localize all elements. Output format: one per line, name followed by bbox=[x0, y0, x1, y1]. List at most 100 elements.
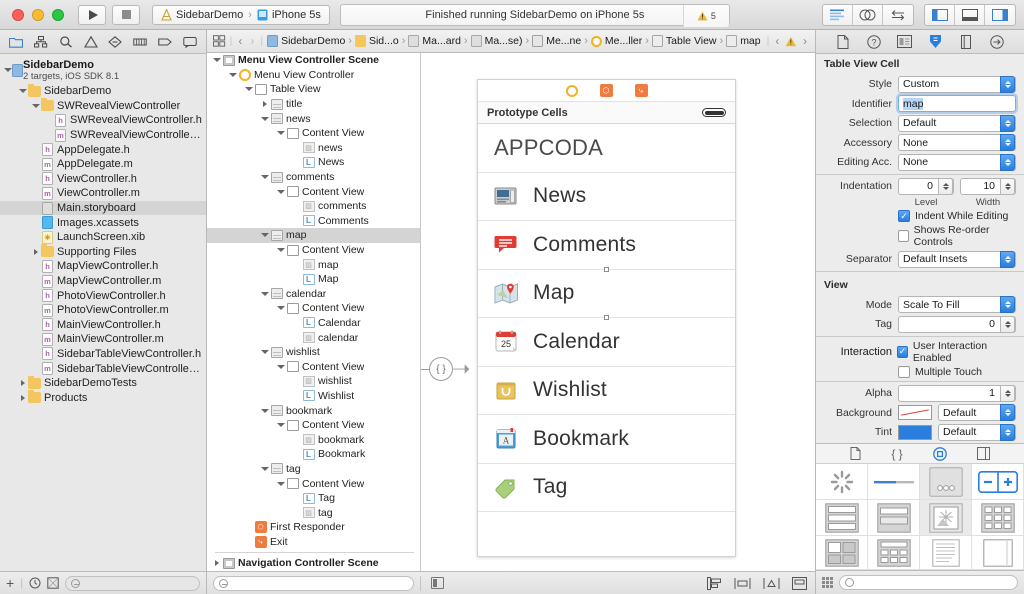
outline-item-calendar[interactable]: calendar bbox=[207, 287, 420, 302]
outline-item-title[interactable]: title bbox=[207, 97, 420, 112]
breakpoint-navigator-tab[interactable] bbox=[155, 33, 175, 51]
outline-item-calendar[interactable]: L Calendar bbox=[207, 316, 420, 331]
outline-item-news[interactable]: news bbox=[207, 111, 420, 126]
first-responder-icon[interactable]: ⬡ bbox=[599, 84, 613, 97]
outline-item-news[interactable]: ▨ news bbox=[207, 141, 420, 156]
navigator-item-sidebardemotests[interactable]: SidebarDemoTests bbox=[0, 375, 206, 391]
library-item-collection-view-cell[interactable] bbox=[816, 536, 868, 570]
library-item-page-control[interactable] bbox=[920, 464, 972, 500]
view-mode-select[interactable]: Scale To Fill bbox=[898, 296, 1016, 313]
prototype-cell-bookmark[interactable]: A Bookmark bbox=[478, 415, 735, 464]
cell-style-select[interactable]: Custom bbox=[898, 75, 1016, 93]
chevron-updown-icon[interactable] bbox=[1000, 423, 1015, 441]
report-navigator-tab[interactable] bbox=[180, 33, 200, 51]
chevron-updown-icon[interactable] bbox=[1000, 296, 1015, 313]
navigator-item-mainviewcontroller-m[interactable]: m MainViewController.m bbox=[0, 332, 206, 347]
prototype-cell-list[interactable]: News Comments Map 25 Calendar Wishlist A Bookma… bbox=[478, 173, 735, 512]
indentation-level-input[interactable]: 0 bbox=[898, 177, 954, 195]
twisty[interactable] bbox=[275, 364, 286, 369]
identity-inspector-tab[interactable] bbox=[896, 33, 914, 51]
outline-item-tag[interactable]: ▨ tag bbox=[207, 505, 420, 520]
issue-prev-button[interactable]: ‹ bbox=[773, 34, 781, 48]
twisty[interactable] bbox=[243, 87, 254, 92]
library-item-stepper[interactable] bbox=[972, 464, 1024, 500]
chevron-updown-icon[interactable] bbox=[1000, 404, 1015, 421]
breadcrumb-item-7[interactable]: map bbox=[726, 35, 761, 47]
twisty[interactable] bbox=[227, 72, 238, 77]
twisty[interactable] bbox=[275, 248, 286, 253]
debug-navigator-tab[interactable] bbox=[130, 33, 150, 51]
navigator-item-sidebartableviewcontroller-h[interactable]: h SidebarTableViewController.h bbox=[0, 347, 206, 362]
issue-next-button[interactable]: › bbox=[801, 34, 809, 48]
storyboard-canvas[interactable]: { } ➝ ⬡ ⤷ Prototype Cells APPCODA News C… bbox=[421, 53, 815, 571]
outline-item-comments[interactable]: ▨ comments bbox=[207, 199, 420, 214]
size-inspector-tab[interactable] bbox=[957, 33, 975, 51]
cell-selection-select[interactable]: Default bbox=[898, 114, 1016, 132]
twisty[interactable] bbox=[275, 306, 286, 311]
navigator-item-swrevealviewcontroller-h[interactable]: h SWRevealViewController.h bbox=[0, 113, 206, 128]
indent-while-editing-row[interactable]: Indent While Editing bbox=[898, 210, 1016, 222]
outline-item-content-view[interactable]: Content View bbox=[207, 476, 420, 491]
table-cell-title[interactable]: APPCODA bbox=[478, 124, 735, 173]
outline-item-calendar[interactable]: ▨ calendar bbox=[207, 330, 420, 345]
test-navigator-tab[interactable] bbox=[105, 33, 125, 51]
toggle-outline-button[interactable] bbox=[431, 577, 444, 589]
multiple-touch-row[interactable]: Multiple Touch bbox=[898, 365, 1016, 378]
outline-item-exit[interactable]: ⤷ Exit bbox=[207, 535, 420, 550]
run-button[interactable] bbox=[78, 4, 106, 25]
quick-help-tab[interactable]: ? bbox=[865, 33, 883, 51]
attributes-inspector-content[interactable]: Table View Cell Style Custom Identifier … bbox=[816, 54, 1024, 443]
shows-reorder-controls-checkbox[interactable] bbox=[898, 230, 909, 242]
outline-filter-field[interactable] bbox=[213, 575, 414, 591]
exit-icon[interactable]: ⤷ bbox=[634, 84, 648, 97]
code-snippet-library-icon[interactable]: { } bbox=[891, 447, 902, 461]
breadcrumb-item-1[interactable]: Sid...o bbox=[354, 35, 399, 47]
outline-item-tag[interactable]: L Tag bbox=[207, 491, 420, 506]
object-library-grid[interactable] bbox=[816, 464, 1024, 570]
cell-accessory-select[interactable]: None bbox=[898, 134, 1016, 151]
navigator-item-sidebartableviewcontroller-m[interactable]: m SidebarTableViewController.m bbox=[0, 361, 206, 376]
outline-item-table-view[interactable]: Table View bbox=[207, 82, 420, 97]
toggle-debug-button[interactable] bbox=[955, 4, 985, 25]
media-library-icon[interactable] bbox=[976, 447, 990, 460]
minimize-window-button[interactable] bbox=[32, 8, 44, 21]
separator-select[interactable]: Default Insets bbox=[898, 250, 1016, 268]
twisty[interactable] bbox=[259, 466, 270, 471]
navigator-item-viewcontroller-h[interactable]: h ViewController.h bbox=[0, 172, 206, 187]
outline-item-news[interactable]: L News bbox=[207, 155, 420, 170]
breadcrumb-item-6[interactable]: Table View bbox=[651, 35, 717, 47]
object-library-icon[interactable] bbox=[932, 446, 947, 461]
library-item-image-view[interactable] bbox=[920, 500, 972, 536]
connections-inspector-tab[interactable] bbox=[988, 33, 1006, 51]
jump-forward-button[interactable]: › bbox=[248, 34, 256, 48]
attributes-inspector-tab[interactable] bbox=[926, 33, 944, 51]
outline-item-content-view[interactable]: Content View bbox=[207, 126, 420, 141]
outline-item-wishlist[interactable]: ▨ wishlist bbox=[207, 374, 420, 389]
shows-reorder-controls-row[interactable]: Shows Re-order Controls bbox=[898, 224, 1016, 248]
scheme-selector[interactable]: SidebarDemo › iPhone 5s bbox=[152, 4, 330, 25]
outline-item-comments[interactable]: comments bbox=[207, 170, 420, 185]
standard-editor-button[interactable] bbox=[823, 4, 853, 25]
prototype-cell-calendar[interactable]: 25 Calendar bbox=[478, 318, 735, 367]
navigator-item-mapviewcontroller-h[interactable]: h MapViewController.h bbox=[0, 259, 206, 274]
breadcrumb-item-3[interactable]: Ma...se) bbox=[470, 35, 523, 47]
chevron-updown-icon[interactable] bbox=[1000, 134, 1015, 151]
add-file-button[interactable]: + bbox=[6, 576, 14, 590]
twisty[interactable] bbox=[259, 101, 270, 108]
library-item-text-view[interactable] bbox=[920, 536, 972, 570]
multiple-touch-checkbox[interactable] bbox=[898, 365, 910, 378]
selection-handle[interactable] bbox=[604, 266, 609, 272]
breadcrumb-item-2[interactable]: Ma...ard bbox=[408, 35, 461, 47]
stop-button[interactable] bbox=[112, 4, 140, 25]
library-item-progress-view[interactable] bbox=[868, 464, 920, 500]
chevron-updown-icon[interactable] bbox=[1000, 153, 1015, 171]
twisty[interactable] bbox=[259, 408, 270, 413]
outline-item-comments[interactable]: L Comments bbox=[207, 214, 420, 229]
recent-files-filter-icon[interactable] bbox=[29, 577, 41, 589]
indentation-width-stepper[interactable] bbox=[1000, 177, 1015, 195]
prototype-cell-wishlist[interactable]: Wishlist bbox=[478, 367, 735, 415]
alpha-input[interactable]: 1 bbox=[898, 384, 1016, 402]
outline-item-menu-view-controller[interactable]: Menu View Controller bbox=[207, 68, 420, 83]
twisty[interactable] bbox=[275, 423, 286, 428]
source-control-filter-icon[interactable] bbox=[47, 577, 59, 589]
